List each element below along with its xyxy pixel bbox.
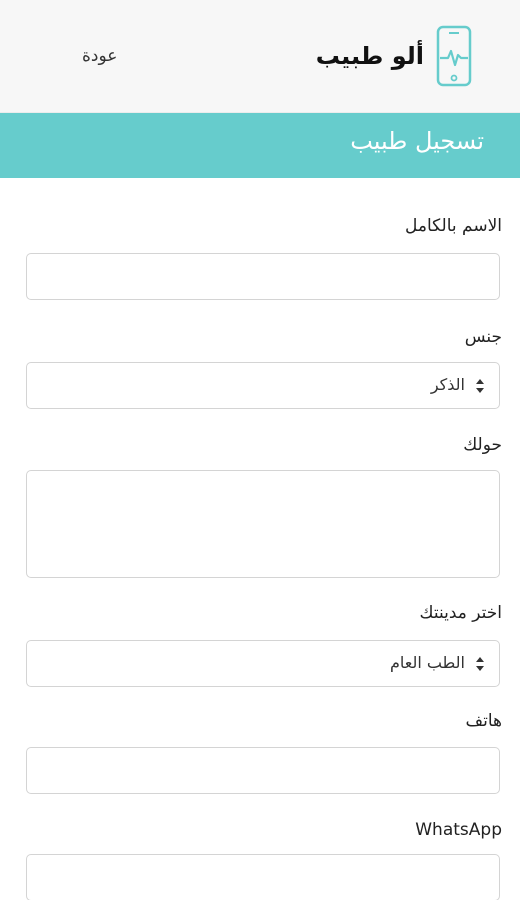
gender-label: جنس — [464, 327, 502, 347]
city-select[interactable]: الطب العام — [26, 640, 500, 687]
back-link[interactable]: عودة — [82, 46, 117, 66]
gender-select[interactable]: الذكر — [26, 362, 500, 409]
about-label: حولك — [463, 435, 502, 455]
full-name-input[interactable] — [26, 253, 500, 300]
full-name-label: الاسم بالكامل — [404, 216, 502, 236]
select-arrows-icon — [476, 657, 484, 671]
page-title: تسجيل طبيب — [350, 127, 484, 155]
brand: ألو طبيب — [316, 24, 472, 88]
phone-heartbeat-icon — [436, 25, 472, 87]
app-header: ألو طبيب عودة — [0, 0, 520, 113]
city-selected-value: الطب العام — [389, 653, 465, 672]
gender-selected-value: الذكر — [430, 375, 465, 394]
title-bar: تسجيل طبيب — [0, 113, 520, 178]
whatsapp-input[interactable] — [26, 854, 500, 900]
phone-input[interactable] — [26, 747, 500, 794]
select-arrows-icon — [476, 379, 484, 393]
about-textarea[interactable] — [26, 470, 500, 578]
city-label: اختر مدينتك — [419, 603, 503, 623]
registration-screen: ألو طبيب عودة تسجيل طبيب الاسم بالكامل ج… — [0, 0, 520, 900]
brand-name: ألو طبيب — [315, 42, 424, 70]
whatsapp-label: WhatsApp — [415, 820, 502, 840]
phone-label: هاتف — [465, 711, 502, 731]
